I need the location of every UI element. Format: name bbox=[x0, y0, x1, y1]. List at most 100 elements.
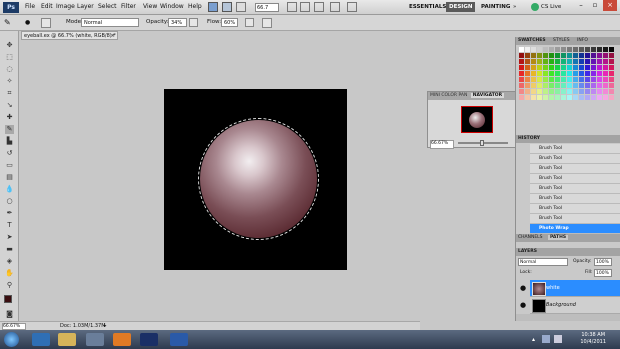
healing-tool-icon[interactable]: ✚ bbox=[5, 113, 14, 122]
opacity-field[interactable]: 34% bbox=[168, 18, 187, 27]
color-swatch[interactable] bbox=[567, 77, 572, 82]
color-swatch[interactable] bbox=[555, 59, 560, 64]
color-swatch[interactable] bbox=[573, 47, 578, 52]
brush-tool-icon[interactable]: ✎ bbox=[5, 125, 14, 134]
history-brush-tool-icon[interactable]: ↺ bbox=[5, 149, 14, 158]
history-item[interactable]: Brush Tool bbox=[530, 214, 620, 224]
tab-navigator[interactable]: NAVIGATOR bbox=[470, 93, 505, 98]
shape-tool-icon[interactable]: ▬ bbox=[5, 245, 14, 254]
volume-icon[interactable] bbox=[554, 335, 562, 343]
color-swatch[interactable] bbox=[519, 59, 524, 64]
marquee-tool-icon[interactable]: ⬚ bbox=[5, 53, 14, 62]
color-swatch[interactable] bbox=[579, 59, 584, 64]
color-swatch[interactable] bbox=[537, 77, 542, 82]
history-item-selected[interactable]: Photo Wrap bbox=[530, 224, 620, 234]
color-swatch[interactable] bbox=[597, 89, 602, 94]
gradient-tool-icon[interactable]: ▤ bbox=[5, 173, 14, 182]
color-swatch[interactable] bbox=[585, 95, 590, 100]
history-item[interactable]: Brush Tool bbox=[530, 154, 620, 164]
color-swatch[interactable] bbox=[531, 53, 536, 58]
color-swatch[interactable] bbox=[579, 65, 584, 70]
color-swatch[interactable] bbox=[585, 65, 590, 70]
color-swatch[interactable] bbox=[531, 71, 536, 76]
color-swatch[interactable] bbox=[555, 77, 560, 82]
color-swatch[interactable] bbox=[537, 47, 542, 52]
close-document-icon[interactable]: × bbox=[111, 32, 115, 40]
color-swatch[interactable] bbox=[603, 95, 608, 100]
color-swatch[interactable] bbox=[531, 83, 536, 88]
airbrush-icon[interactable] bbox=[245, 18, 254, 27]
menu-filter[interactable]: Filter bbox=[121, 3, 136, 10]
color-swatch[interactable] bbox=[549, 83, 554, 88]
color-swatch[interactable] bbox=[603, 77, 608, 82]
color-swatch[interactable] bbox=[525, 77, 530, 82]
color-swatch[interactable] bbox=[531, 59, 536, 64]
color-swatch[interactable] bbox=[573, 89, 578, 94]
tab-channels[interactable]: CHANNELS bbox=[516, 235, 543, 240]
color-swatch[interactable] bbox=[597, 71, 602, 76]
color-swatch[interactable] bbox=[531, 95, 536, 100]
color-swatch[interactable] bbox=[579, 77, 584, 82]
minimize-icon[interactable]: – bbox=[574, 0, 588, 11]
history-item[interactable]: Brush Tool bbox=[530, 164, 620, 174]
eraser-tool-icon[interactable]: ▭ bbox=[5, 161, 14, 170]
color-swatch[interactable] bbox=[573, 77, 578, 82]
color-swatch[interactable] bbox=[555, 95, 560, 100]
brush-size-icon[interactable]: ● bbox=[25, 18, 35, 28]
color-swatch[interactable] bbox=[579, 71, 584, 76]
color-swatch[interactable] bbox=[591, 77, 596, 82]
color-swatch[interactable] bbox=[561, 71, 566, 76]
tab-paths[interactable]: PATHS bbox=[547, 235, 569, 240]
color-swatch[interactable] bbox=[609, 47, 614, 52]
workspace-design[interactable]: DESIGN bbox=[446, 2, 476, 12]
color-swatch[interactable] bbox=[519, 95, 524, 100]
color-swatch[interactable] bbox=[531, 65, 536, 70]
menu-view[interactable]: View bbox=[143, 3, 157, 10]
layer-name[interactable]: Background bbox=[546, 302, 576, 308]
color-swatch[interactable] bbox=[519, 83, 524, 88]
color-swatch[interactable] bbox=[579, 95, 584, 100]
crop-tool-icon[interactable]: ⌗ bbox=[5, 89, 14, 98]
color-swatch[interactable] bbox=[531, 77, 536, 82]
color-swatch[interactable] bbox=[573, 71, 578, 76]
color-swatch[interactable] bbox=[543, 77, 548, 82]
blend-mode-select[interactable]: Normal bbox=[518, 258, 568, 266]
layer-row-white[interactable]: white bbox=[530, 280, 620, 297]
color-swatch[interactable] bbox=[555, 71, 560, 76]
color-swatch[interactable] bbox=[591, 65, 596, 70]
cs-live-button[interactable]: CS Live bbox=[541, 4, 561, 10]
color-swatch[interactable] bbox=[561, 47, 566, 52]
color-swatch[interactable] bbox=[567, 83, 572, 88]
color-swatch[interactable] bbox=[603, 53, 608, 58]
color-swatch[interactable] bbox=[609, 53, 614, 58]
color-swatch[interactable] bbox=[531, 47, 536, 52]
color-swatch[interactable] bbox=[519, 53, 524, 58]
color-swatch[interactable] bbox=[561, 53, 566, 58]
color-swatch[interactable] bbox=[561, 83, 566, 88]
menu-edit[interactable]: Edit bbox=[41, 3, 53, 10]
brush-preset-icon[interactable]: ✎ bbox=[4, 18, 14, 28]
color-swatch[interactable] bbox=[561, 89, 566, 94]
bridge-icon[interactable] bbox=[208, 2, 218, 12]
history-item[interactable]: Brush Tool bbox=[530, 204, 620, 214]
foreground-color-swatch[interactable] bbox=[4, 295, 12, 303]
color-swatch[interactable] bbox=[597, 95, 602, 100]
color-swatch[interactable] bbox=[537, 89, 542, 94]
color-swatch[interactable] bbox=[561, 59, 566, 64]
color-swatch[interactable] bbox=[555, 65, 560, 70]
color-swatch[interactable] bbox=[555, 89, 560, 94]
color-swatch[interactable] bbox=[591, 83, 596, 88]
color-swatch[interactable] bbox=[597, 83, 602, 88]
color-swatch[interactable] bbox=[543, 89, 548, 94]
menu-layer[interactable]: Layer bbox=[77, 3, 94, 10]
swatch-grid[interactable] bbox=[519, 47, 618, 101]
color-swatch[interactable] bbox=[567, 71, 572, 76]
color-swatch[interactable] bbox=[543, 71, 548, 76]
color-swatch[interactable] bbox=[543, 59, 548, 64]
workspace-more-icon[interactable]: » bbox=[510, 2, 519, 12]
color-swatch[interactable] bbox=[537, 59, 542, 64]
color-swatch[interactable] bbox=[531, 89, 536, 94]
layer-visibility-eye-icon[interactable]: ● bbox=[520, 301, 526, 309]
history-item[interactable]: Brush Tool bbox=[530, 194, 620, 204]
menu-select[interactable]: Select bbox=[98, 3, 117, 10]
